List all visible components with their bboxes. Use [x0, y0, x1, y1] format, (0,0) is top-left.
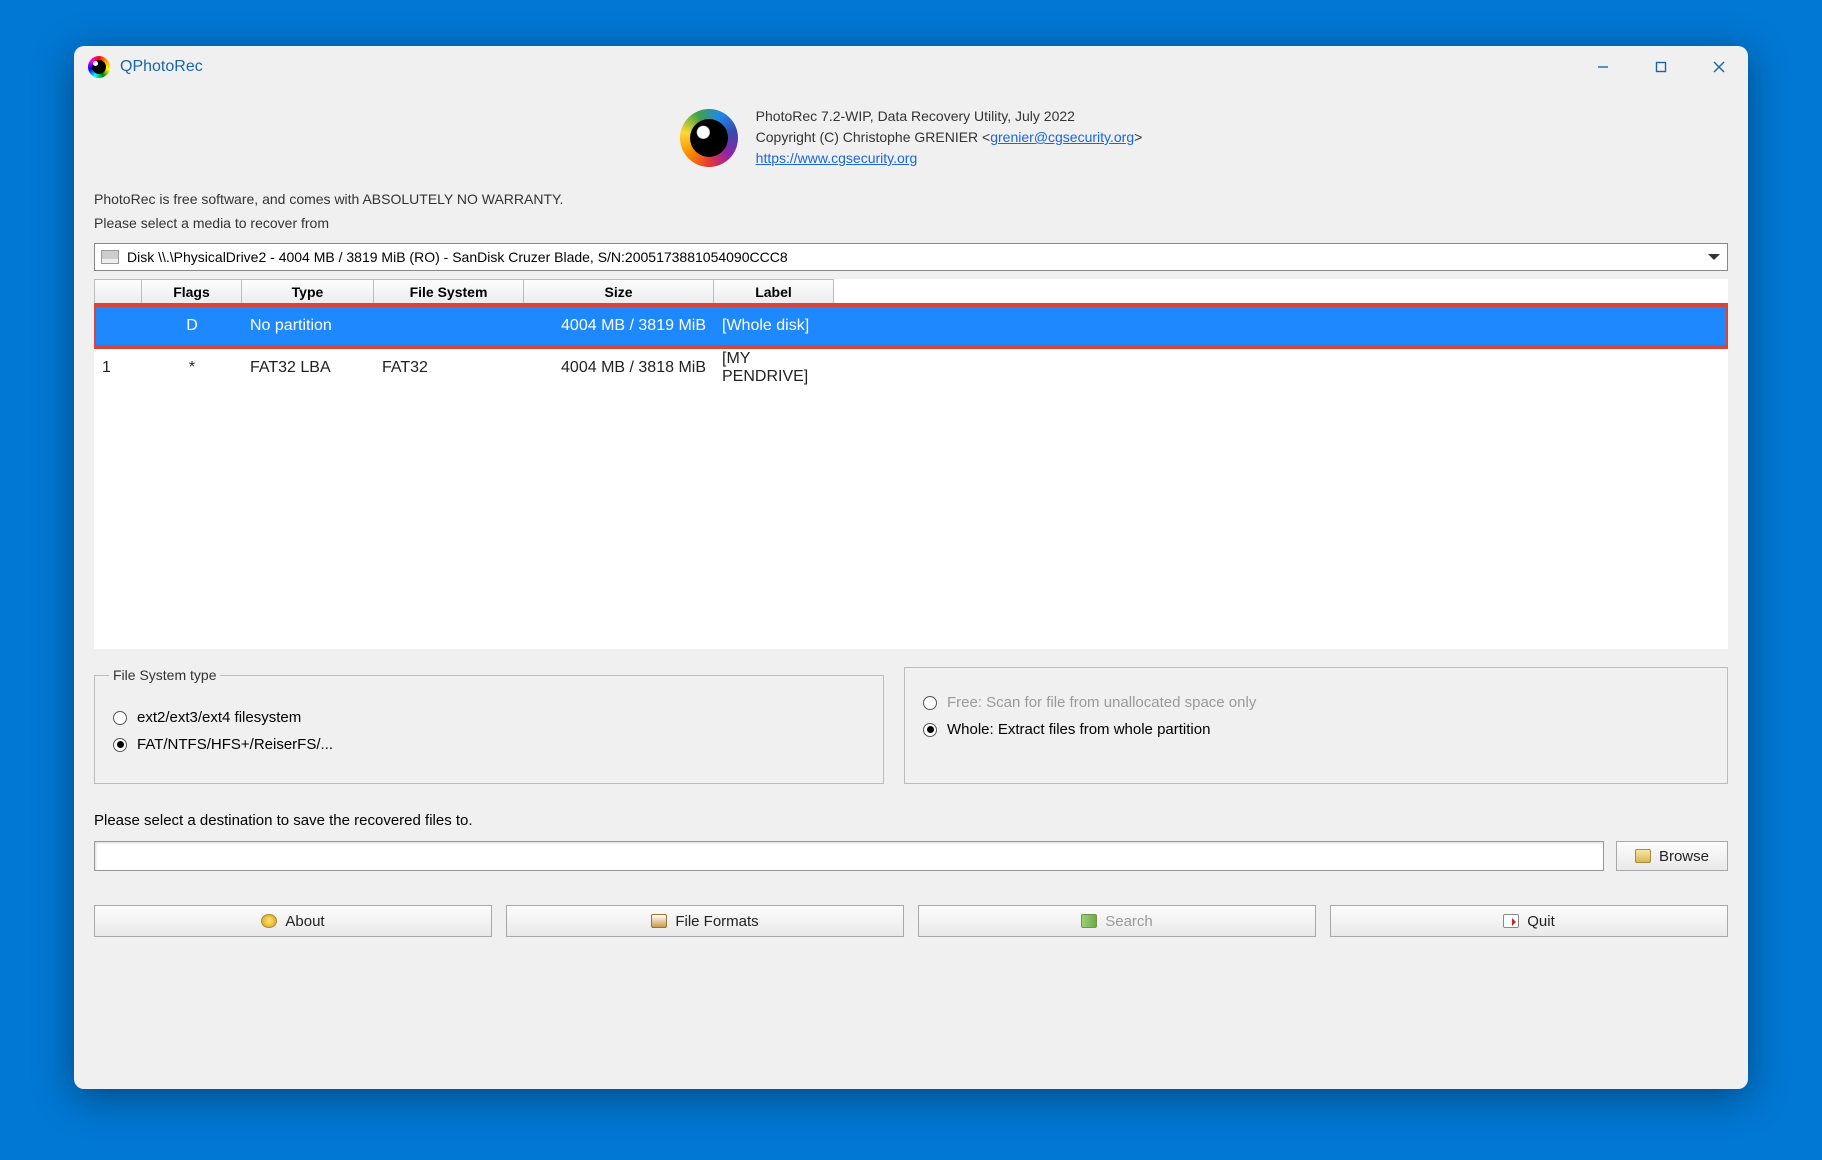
close-icon	[1712, 60, 1726, 74]
version-line: PhotoRec 7.2-WIP, Data Recovery Utility,…	[756, 106, 1143, 127]
destination-label: Please select a destination to save the …	[94, 812, 1728, 829]
th-size[interactable]: Size	[524, 279, 714, 305]
partition-table: Flags Type File System Size Label DNo pa…	[94, 279, 1728, 649]
content-area: PhotoRec 7.2-WIP, Data Recovery Utility,…	[74, 88, 1748, 1089]
cell-idx	[94, 305, 142, 347]
quit-button[interactable]: Quit	[1330, 905, 1728, 937]
cell-label: [Whole disk]	[714, 305, 834, 347]
minimize-icon	[1596, 60, 1610, 74]
radio-ext[interactable]: ext2/ext3/ext4 filesystem	[113, 709, 865, 726]
file-formats-button[interactable]: File Formats	[506, 905, 904, 937]
cell-fs: FAT32	[374, 347, 524, 389]
maximize-icon	[1654, 60, 1668, 74]
th-filesystem[interactable]: File System	[374, 279, 524, 305]
radio-whole-label: Whole: Extract files from whole partitio…	[947, 721, 1210, 738]
radio-icon	[113, 738, 127, 752]
browse-button[interactable]: Browse	[1616, 841, 1728, 871]
titlebar[interactable]: QPhotoRec	[74, 46, 1748, 88]
header-text: PhotoRec 7.2-WIP, Data Recovery Utility,…	[756, 106, 1143, 169]
cell-label: [MY PENDRIVE]	[714, 347, 834, 389]
folder-icon	[1635, 849, 1651, 863]
media-dropdown[interactable]: Disk \\.\PhysicalDrive2 - 4004 MB / 3819…	[94, 243, 1728, 271]
th-type[interactable]: Type	[242, 279, 374, 305]
select-media-label: Please select a media to recover from	[94, 215, 1728, 231]
app-icon	[88, 56, 110, 78]
radio-fat-label: FAT/NTFS/HFS+/ReiserFS/...	[137, 736, 333, 753]
cell-size: 4004 MB / 3818 MiB	[524, 347, 714, 389]
th-index[interactable]	[94, 279, 142, 305]
exit-icon	[1503, 914, 1519, 928]
photorec-logo-icon	[680, 109, 738, 167]
disk-icon	[101, 250, 119, 264]
search-button[interactable]: Search	[918, 905, 1316, 937]
destination-input[interactable]	[94, 841, 1604, 871]
cell-type: No partition	[242, 305, 374, 347]
cell-size: 4004 MB / 3819 MiB	[524, 305, 714, 347]
copyright-line: Copyright (C) Christophe GRENIER <grenie…	[756, 127, 1143, 148]
scan-mode-group: Free: Scan for file from unallocated spa…	[904, 667, 1728, 784]
star-icon	[261, 914, 277, 928]
warranty-note: PhotoRec is free software, and comes wit…	[94, 191, 1728, 207]
cell-flags: D	[142, 305, 242, 347]
th-label[interactable]: Label	[714, 279, 834, 305]
destination-row: Browse	[94, 841, 1728, 871]
radio-free-label: Free: Scan for file from unallocated spa…	[947, 694, 1256, 711]
cell-type: FAT32 LBA	[242, 347, 374, 389]
radio-icon	[113, 711, 127, 725]
fs-legend: File System type	[109, 667, 220, 683]
radio-icon	[923, 696, 937, 710]
table-row[interactable]: 1*FAT32 LBAFAT324004 MB / 3818 MiB[MY PE…	[94, 347, 1728, 389]
cell-idx: 1	[94, 347, 142, 389]
bottom-button-row: About File Formats Search Quit	[94, 905, 1728, 937]
radio-icon	[923, 723, 937, 737]
window-title: QPhotoRec	[120, 58, 203, 76]
table-row[interactable]: DNo partition 4004 MB / 3819 MiB[Whole di…	[94, 305, 1728, 347]
maximize-button[interactable]	[1632, 46, 1690, 88]
minimize-button[interactable]	[1574, 46, 1632, 88]
app-window: QPhotoRec PhotoRec 7.2-WIP, Data Recover…	[74, 46, 1748, 1089]
th-flags[interactable]: Flags	[142, 279, 242, 305]
about-button[interactable]: About	[94, 905, 492, 937]
radio-ext-label: ext2/ext3/ext4 filesystem	[137, 709, 301, 726]
website-link[interactable]: https://www.cgsecurity.org	[756, 150, 918, 166]
option-groups: File System type ext2/ext3/ext4 filesyst…	[94, 667, 1728, 784]
cell-flags: *	[142, 347, 242, 389]
email-link[interactable]: grenier@cgsecurity.org	[990, 129, 1134, 145]
search-icon	[1081, 914, 1097, 928]
dropdown-value: Disk \\.\PhysicalDrive2 - 4004 MB / 3819…	[127, 249, 788, 265]
file-icon	[651, 914, 667, 928]
radio-free[interactable]: Free: Scan for file from unallocated spa…	[923, 694, 1709, 711]
chevron-down-icon	[1703, 246, 1725, 268]
cell-fs	[374, 305, 524, 347]
filesystem-type-group: File System type ext2/ext3/ext4 filesyst…	[94, 667, 884, 784]
radio-whole[interactable]: Whole: Extract files from whole partitio…	[923, 721, 1709, 738]
radio-fat[interactable]: FAT/NTFS/HFS+/ReiserFS/...	[113, 736, 865, 753]
table-body: DNo partition 4004 MB / 3819 MiB[Whole di…	[94, 305, 1728, 389]
close-button[interactable]	[1690, 46, 1748, 88]
app-header: PhotoRec 7.2-WIP, Data Recovery Utility,…	[94, 106, 1728, 169]
table-header: Flags Type File System Size Label	[94, 279, 1728, 305]
